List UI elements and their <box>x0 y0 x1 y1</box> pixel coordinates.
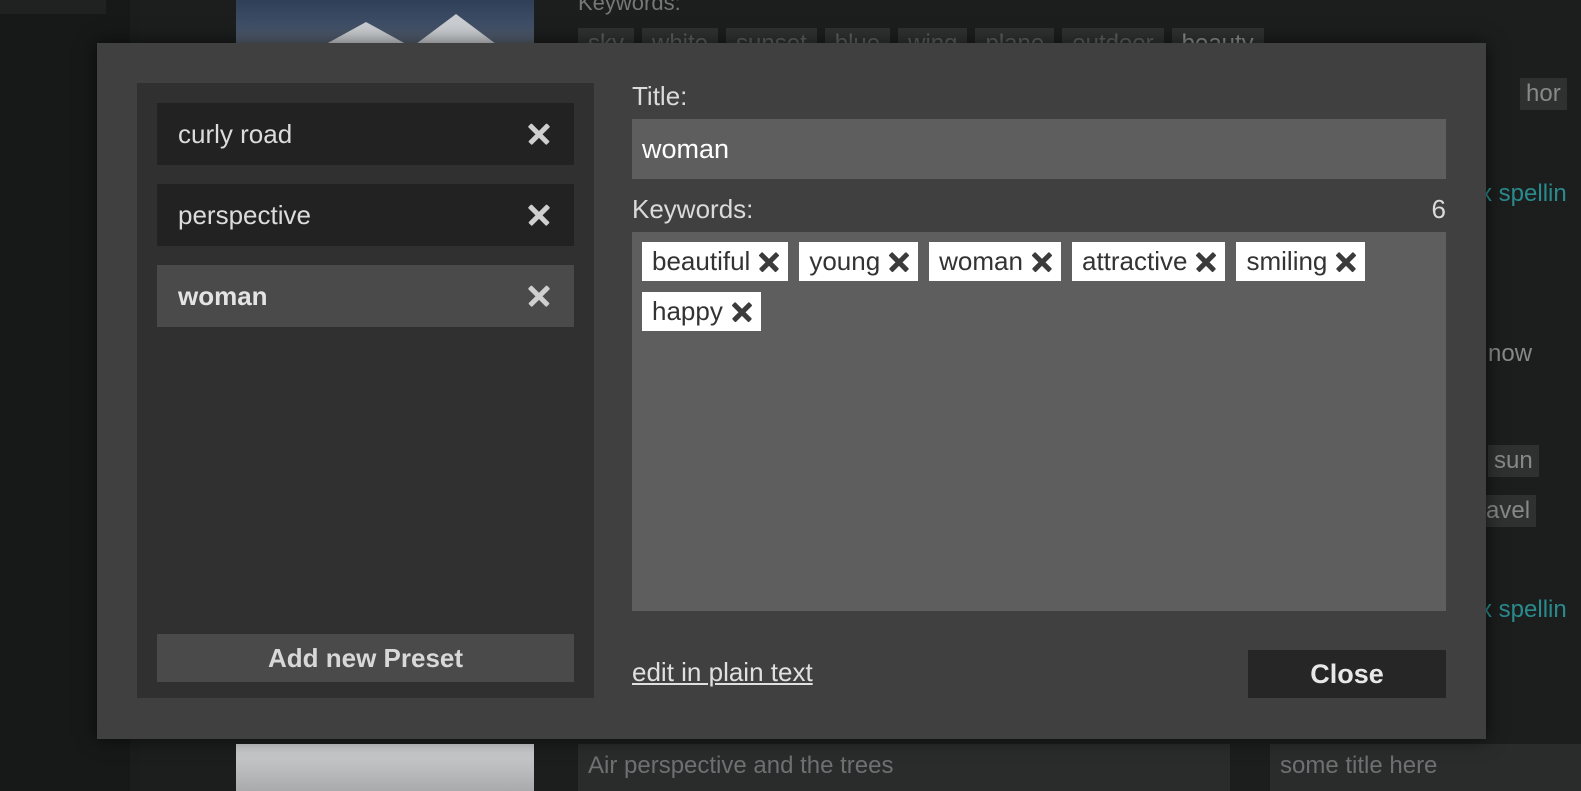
close-button[interactable]: Close <box>1248 650 1446 698</box>
background-spelling-link: x spellin <box>1480 180 1567 207</box>
edit-in-plain-text-link[interactable]: edit in plain text <box>632 657 813 688</box>
background-spelling-link: x spellin <box>1480 596 1567 623</box>
background-tag: avel <box>1480 495 1537 527</box>
background-tag: hor <box>1520 78 1567 110</box>
title-label: Title: <box>632 81 688 111</box>
preset-item-label: woman <box>178 280 268 311</box>
background-title-field: some title here <box>1270 744 1581 791</box>
keyword-tag: attractive <box>1071 242 1226 281</box>
title-input[interactable] <box>632 119 1446 179</box>
keyword-tag: young <box>799 242 919 281</box>
add-new-preset-button[interactable]: Add new Preset <box>157 634 574 682</box>
keywords-count: 6 <box>1431 194 1446 224</box>
delete-preset-icon[interactable] <box>528 204 550 226</box>
keyword-tag: smiling <box>1236 242 1366 281</box>
background-text: now <box>1488 340 1533 367</box>
preset-item-label: curly road <box>178 118 293 149</box>
preset-item-label: perspective <box>178 199 311 230</box>
delete-preset-icon[interactable] <box>528 123 550 145</box>
background-sidebar-item <box>0 0 106 14</box>
preset-list-panel: curly road perspective woman Add new Prese… <box>137 83 594 698</box>
background-keywords-heading: Keywords: <box>578 0 681 15</box>
keywords-editor[interactable]: beautiful young woman attractive smiling happ… <box>632 232 1446 611</box>
keyword-tag-label: woman <box>939 246 1023 276</box>
remove-keyword-icon[interactable] <box>732 302 752 322</box>
preset-item[interactable]: woman <box>157 265 574 327</box>
keyword-tag: woman <box>929 242 1061 281</box>
keywords-label: Keywords: <box>632 194 754 224</box>
delete-preset-icon[interactable] <box>528 285 550 307</box>
remove-keyword-icon[interactable] <box>889 252 909 272</box>
preset-item[interactable]: perspective <box>157 184 574 246</box>
preset-item[interactable]: curly road <box>157 103 574 165</box>
remove-keyword-icon[interactable] <box>759 252 779 272</box>
keyword-presets-dialog: curly road perspective woman Add new Prese… <box>97 43 1486 739</box>
keyword-tag-label: happy <box>652 296 723 326</box>
background-description-field: Air perspective and the trees <box>578 744 1230 791</box>
keyword-tag: happy <box>642 292 761 331</box>
keyword-tag: beautiful <box>642 242 789 281</box>
keyword-tag-label: young <box>809 246 881 276</box>
remove-keyword-icon[interactable] <box>1336 252 1356 272</box>
remove-keyword-icon[interactable] <box>1032 252 1052 272</box>
keyword-tag-label: beautiful <box>652 246 751 276</box>
remove-keyword-icon[interactable] <box>1196 252 1216 272</box>
background-tag: sun <box>1488 445 1539 477</box>
keyword-tag-label: attractive <box>1081 246 1188 276</box>
background-right-column: hor x spellin now sun avel x spellin <box>1480 0 1581 791</box>
background-thumbnail <box>236 744 534 791</box>
keyword-tag-label: smiling <box>1246 246 1328 276</box>
background-thumbnail-mountains <box>236 0 534 44</box>
